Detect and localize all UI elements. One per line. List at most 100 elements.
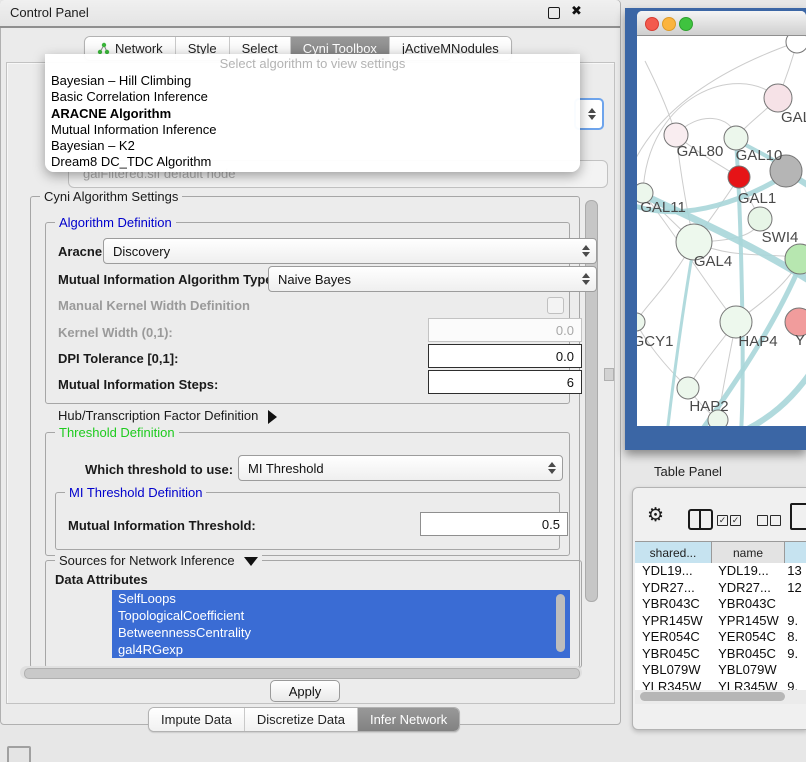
network-edge-highlighted [737,366,806,426]
checked-checkbox-icon[interactable]: ✓ [730,515,741,526]
columns-icon[interactable] [688,509,713,530]
attribute-item-gal4rgexp[interactable]: gal4RGexp [112,641,570,658]
checked-checkbox-icon[interactable]: ✓ [717,515,728,526]
minimized-panel-icon[interactable] [7,746,31,762]
table-cell: 9. [783,646,806,663]
data-attributes-label: Data Attributes [55,572,148,587]
network-node-label: GAL1 [738,190,776,207]
manual-kernel-checkbox[interactable] [547,297,564,314]
column-header-shared-[interactable]: shared... [635,542,712,563]
hub-definition-header[interactable]: Hub/Transcription Factor Definition [58,408,277,424]
column-header-2[interactable] [785,542,806,563]
table-cell: YDR27... [711,580,783,597]
threshold-definition-title: Threshold Definition [55,425,179,440]
close-panel-button[interactable]: ✖ [571,3,582,19]
collapse-down-icon [244,557,258,566]
network-canvas[interactable]: GALGAL80GAL10GAL11GAL1SWI4GAL4GCY1HAP4YH… [637,36,806,426]
network-node[interactable] [728,166,750,188]
attribute-item-betweennesscentrality[interactable]: BetweennessCentrality [112,624,570,641]
network-node[interactable] [786,36,806,53]
network-node-label: GAL [781,109,806,126]
table-cell: YPR145W [635,613,711,630]
algorithm-option-aracne-algorithm[interactable]: ARACNE Algorithm [45,106,580,122]
table-header-row: shared...name [635,541,806,564]
close-traffic-light[interactable] [645,17,659,31]
table-cell: YBR045C [711,646,783,663]
which-threshold-label: Which threshold to use: [85,462,233,477]
table-row[interactable]: YBL079WYBL079W [635,662,806,679]
gear-icon[interactable]: ⚙ [647,504,664,527]
table-row[interactable]: YDR27...YDR27...12 [635,580,806,597]
stepper-icon [548,461,556,475]
network-node[interactable] [677,377,699,399]
table-row[interactable]: YPR145WYPR145W9. [635,613,806,630]
table-cell: YBR043C [711,596,783,613]
minimize-traffic-light[interactable] [662,17,676,31]
dpi-tolerance-field[interactable]: 0.0 [428,344,582,368]
stepper-icon [582,272,590,286]
mi-threshold-group-title: MI Threshold Definition [65,485,206,500]
which-threshold-combo[interactable]: MI Threshold [238,455,563,481]
hub-definition-label: Hub/Transcription Factor Definition [58,408,258,423]
network-node-label: HAP4 [738,333,777,350]
tab-label: Impute Data [161,712,232,727]
manual-kernel-label: Manual Kernel Width Definition [58,298,250,313]
unchecked-checkbox-icon[interactable] [757,515,768,526]
data-attributes-list[interactable]: SelfLoopsTopologicalCoefficientBetweenne… [112,590,570,658]
export-table-icon[interactable] [790,503,806,530]
tab-label: Discretize Data [257,712,345,727]
mi-steps-label: Mutual Information Steps: [58,377,218,392]
tab-impute-data[interactable]: Impute Data [149,708,244,731]
algorithm-option-mutual-information-inference[interactable]: Mutual Information Inference [45,122,580,138]
table-cell [783,662,806,679]
sources-group-title[interactable]: Sources for Network Inference [55,553,262,568]
table-cell: 12 [783,580,806,597]
mi-type-combo[interactable]: Naive Bayes [268,266,597,292]
tab-infer-network[interactable]: Infer Network [357,708,459,731]
attributes-list-scrollbar[interactable] [556,594,565,652]
tab-discretize-data[interactable]: Discretize Data [244,708,357,731]
table-row[interactable]: YBR045CYBR045C9. [635,646,806,663]
table-cell: YPR145W [711,613,783,630]
split-pane-handle[interactable] [604,368,614,381]
table-row[interactable]: YBR043CYBR043C [635,596,806,613]
mi-type-label: Mutual Information Algorithm Type: [58,272,277,287]
aracne-mode-combo[interactable]: Discovery [103,238,597,264]
attribute-item-topologicalcoefficient[interactable]: TopologicalCoefficient [112,607,570,624]
settings-horizontal-scrollbar[interactable] [20,666,582,679]
algorithm-option-basic-correlation-inference[interactable]: Basic Correlation Inference [45,89,580,105]
network-node[interactable] [637,313,645,331]
cyni-algorithm-settings-title: Cyni Algorithm Settings [40,189,182,204]
sources-title-label: Sources for Network Inference [59,553,235,568]
table-cell: YER054C [635,629,711,646]
apply-button[interactable]: Apply [270,680,340,702]
table-row[interactable]: YER054CYER054C8. [635,629,806,646]
network-window-titlebar[interactable] [637,11,806,36]
column-header-name[interactable]: name [712,542,785,563]
network-node-label: GAL4 [694,253,732,270]
scrollbar-thumb[interactable] [640,692,785,701]
attribute-item-selfloops[interactable]: SelfLoops [112,590,570,607]
network-node[interactable] [764,84,792,112]
table-row[interactable]: YDL19...YDL19...13 [635,563,806,580]
network-node-label: GAL10 [736,147,783,164]
table-row[interactable]: YLR345WYLR345W9. [635,679,806,691]
control-panel-titlebar[interactable]: Control Panel ✖ [0,0,620,28]
algorithm-option-dream8-dc-tdc-algorithm[interactable]: Dream8 DC_TDC Algorithm [45,154,580,170]
table-cell: 8. [783,629,806,646]
unchecked-checkbox-icon[interactable] [770,515,781,526]
algorithm-select-popup: Select algorithm to view settings Bayesi… [45,54,580,172]
kernel-width-field[interactable]: 0.0 [428,318,582,342]
table-horizontal-scrollbar[interactable] [635,690,806,704]
float-window-button[interactable] [548,7,560,19]
mi-steps-field[interactable]: 6 [428,370,582,394]
table-cell: YBL079W [711,662,783,679]
network-node-label: GCY1 [637,333,673,350]
zoom-traffic-light[interactable] [679,17,693,31]
scrollbar-thumb[interactable] [24,668,580,679]
network-node[interactable] [748,207,772,231]
network-view-frame: GALGAL80GAL10GAL11GAL1SWI4GAL4GCY1HAP4YH… [625,8,806,450]
mi-threshold-field[interactable]: 0.5 [420,512,568,536]
algorithm-option-bayesian-hill-climbing[interactable]: Bayesian – Hill Climbing [45,73,580,89]
algorithm-option-bayesian-k2[interactable]: Bayesian – K2 [45,138,580,154]
